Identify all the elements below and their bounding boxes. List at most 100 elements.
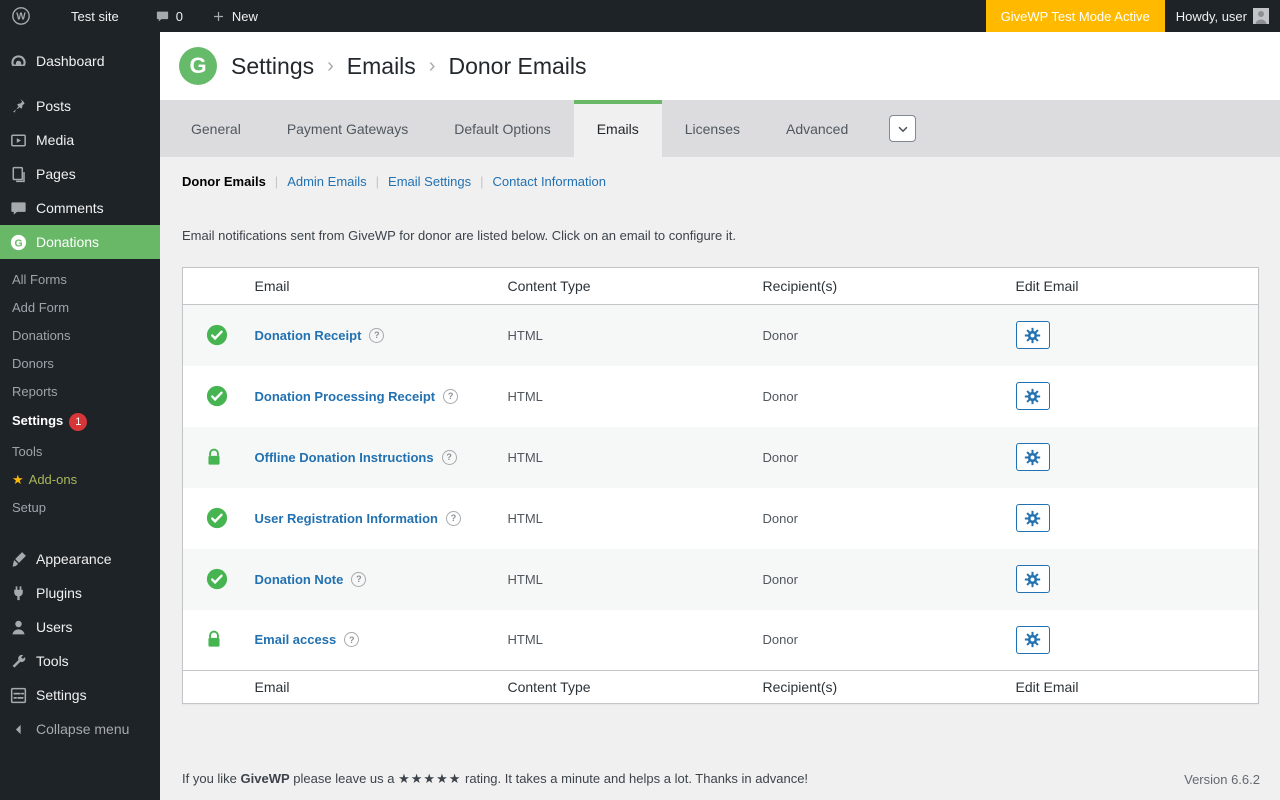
sidebar-item-posts[interactable]: Posts <box>0 89 160 123</box>
recipients-cell: Donor <box>762 388 798 404</box>
edit-email-button[interactable] <box>1015 504 1050 532</box>
submenu-item-add-form[interactable]: Add Form <box>0 294 160 322</box>
subnav-contact-information[interactable]: Contact Information <box>493 174 606 190</box>
sidebar-item-users[interactable]: Users <box>0 610 160 644</box>
table-row: User Registration Information HTML Donor <box>183 488 1259 549</box>
submenu-item-donations[interactable]: Donations <box>0 322 160 350</box>
sidebar-item-dashboard[interactable]: Dashboard <box>0 44 160 78</box>
email-name-link[interactable]: Donation Receipt <box>255 328 362 343</box>
svg-text:G: G <box>14 238 22 249</box>
new-label: New <box>231 8 258 24</box>
tab-licenses[interactable]: Licenses <box>662 100 763 157</box>
recipients-column-header: Recipient(s) <box>752 267 1006 305</box>
sidebar-item-plugins[interactable]: Plugins <box>0 576 160 610</box>
edit-email-button[interactable] <box>1015 321 1050 350</box>
breadcrumb-separator: › <box>428 54 436 77</box>
edit-email-button[interactable] <box>1015 565 1050 593</box>
admin-bar: W Test site 0 New GiveWP Test Mode Activ… <box>0 0 1280 32</box>
tab-default-options[interactable]: Default Options <box>431 100 574 157</box>
breadcrumb-emails[interactable]: Emails <box>347 53 416 80</box>
submenu-item-tools[interactable]: Tools <box>0 438 160 466</box>
subnav-email-settings[interactable]: Email Settings <box>388 174 471 190</box>
admin-sidebar: Dashboard Posts Media Pages Comments G D… <box>0 32 160 800</box>
email-name-link[interactable]: Email access <box>255 632 337 647</box>
svg-text:W: W <box>16 12 26 23</box>
content-type-column-footer: Content Type <box>497 670 753 704</box>
sidebar-item-comments[interactable]: Comments <box>0 191 160 225</box>
table-row: Donation Receipt HTML Donor <box>182 304 1259 366</box>
content-type-cell: HTML <box>507 510 543 526</box>
rating-text-suffix: rating. It takes a minute and helps a lo… <box>465 771 809 786</box>
tab-payment-gateways[interactable]: Payment Gateways <box>264 100 431 157</box>
sidebar-item-label: Settings <box>36 687 87 703</box>
edit-email-column-header: Edit Email <box>1005 267 1259 305</box>
sidebar-item-label: Comments <box>36 200 104 216</box>
star-icon: ★ <box>12 472 24 487</box>
admin-footer: If you like GiveWP please leave us a ★★★… <box>160 771 1280 800</box>
pages-icon <box>0 165 36 184</box>
comments-icon <box>0 199 36 218</box>
givewp-test-mode-badge[interactable]: GiveWP Test Mode Active <box>985 0 1165 32</box>
email-name-link[interactable]: User Registration Information <box>255 511 438 526</box>
edit-email-button[interactable] <box>1015 382 1050 410</box>
settings-tab-bar: General Payment Gateways Default Options… <box>160 100 1280 157</box>
new-content-item[interactable]: New <box>200 0 269 32</box>
five-stars-link[interactable]: ★★★★★ <box>398 771 461 786</box>
help-icon[interactable] <box>344 632 360 648</box>
site-name-item[interactable]: Test site <box>60 0 130 32</box>
subnav-admin-emails[interactable]: Admin Emails <box>287 174 366 190</box>
email-name-link[interactable]: Offline Donation Instructions <box>255 450 434 465</box>
tab-general[interactable]: General <box>168 100 264 157</box>
recipients-column-footer: Recipient(s) <box>752 670 1006 704</box>
admin-menu: Dashboard Posts Media Pages Comments G D… <box>0 32 160 746</box>
email-column-footer: Email <box>244 670 498 704</box>
submenu-item-reports[interactable]: Reports <box>0 378 160 406</box>
sidebar-item-appearance[interactable]: Appearance <box>0 542 160 576</box>
sidebar-item-label: Pages <box>36 166 76 182</box>
comments-item[interactable]: 0 <box>144 0 194 32</box>
submenu-item-settings[interactable]: Settings 1 <box>0 406 160 438</box>
table-row: Email access HTML Donor <box>183 610 1259 671</box>
menu-separator <box>0 528 160 542</box>
sidebar-item-settings[interactable]: Settings <box>0 678 160 712</box>
edit-email-button[interactable] <box>1015 625 1050 654</box>
submenu-item-donors[interactable]: Donors <box>0 350 160 378</box>
help-icon[interactable] <box>351 571 367 587</box>
media-icon <box>0 131 36 150</box>
sidebar-item-donations[interactable]: G Donations <box>0 225 160 259</box>
collapse-menu-label: Collapse menu <box>36 721 130 737</box>
status-enabled-icon <box>206 385 235 407</box>
sidebar-item-pages[interactable]: Pages <box>0 157 160 191</box>
sidebar-item-media[interactable]: Media <box>0 123 160 157</box>
givewp-logo <box>179 47 217 85</box>
wordpress-menu-item[interactable]: W <box>0 0 42 32</box>
tab-advanced[interactable]: Advanced <box>763 100 871 157</box>
submenu-item-add-ons[interactable]: ★ Add-ons <box>0 466 160 494</box>
my-account-item[interactable]: Howdy, user <box>1165 0 1280 32</box>
site-name-label: Test site <box>71 8 119 24</box>
collapse-menu-button[interactable]: Collapse menu <box>0 712 160 746</box>
breadcrumb-settings[interactable]: Settings <box>231 53 314 80</box>
sidebar-item-tools[interactable]: Tools <box>0 644 160 678</box>
avatar <box>1253 8 1269 24</box>
status-enabled-icon <box>206 568 235 590</box>
subnav-donor-emails[interactable]: Donor Emails <box>182 174 266 190</box>
help-icon[interactable] <box>441 449 457 465</box>
breadcrumb: Settings › Emails › Donor Emails <box>231 53 587 80</box>
recipients-cell: Donor <box>762 632 798 648</box>
submenu-item-setup[interactable]: Setup <box>0 494 160 522</box>
gear-icon <box>1024 388 1041 405</box>
tab-emails[interactable]: Emails <box>573 100 662 157</box>
submenu-item-label: Add-ons <box>28 472 78 487</box>
help-icon[interactable] <box>369 327 385 343</box>
email-name-link[interactable]: Donation Processing Receipt <box>255 389 436 404</box>
submenu-item-all-forms[interactable]: All Forms <box>0 266 160 294</box>
update-count-badge: 1 <box>69 413 88 431</box>
edit-email-button[interactable] <box>1015 443 1050 471</box>
help-icon[interactable] <box>445 510 461 526</box>
tabs-overflow-button[interactable] <box>889 115 917 142</box>
breadcrumb-donor-emails: Donor Emails <box>448 52 587 79</box>
page-content: Donor Emails | Admin Emails | Email Sett… <box>160 157 1280 771</box>
help-icon[interactable] <box>443 388 459 404</box>
email-name-link[interactable]: Donation Note <box>255 572 344 587</box>
